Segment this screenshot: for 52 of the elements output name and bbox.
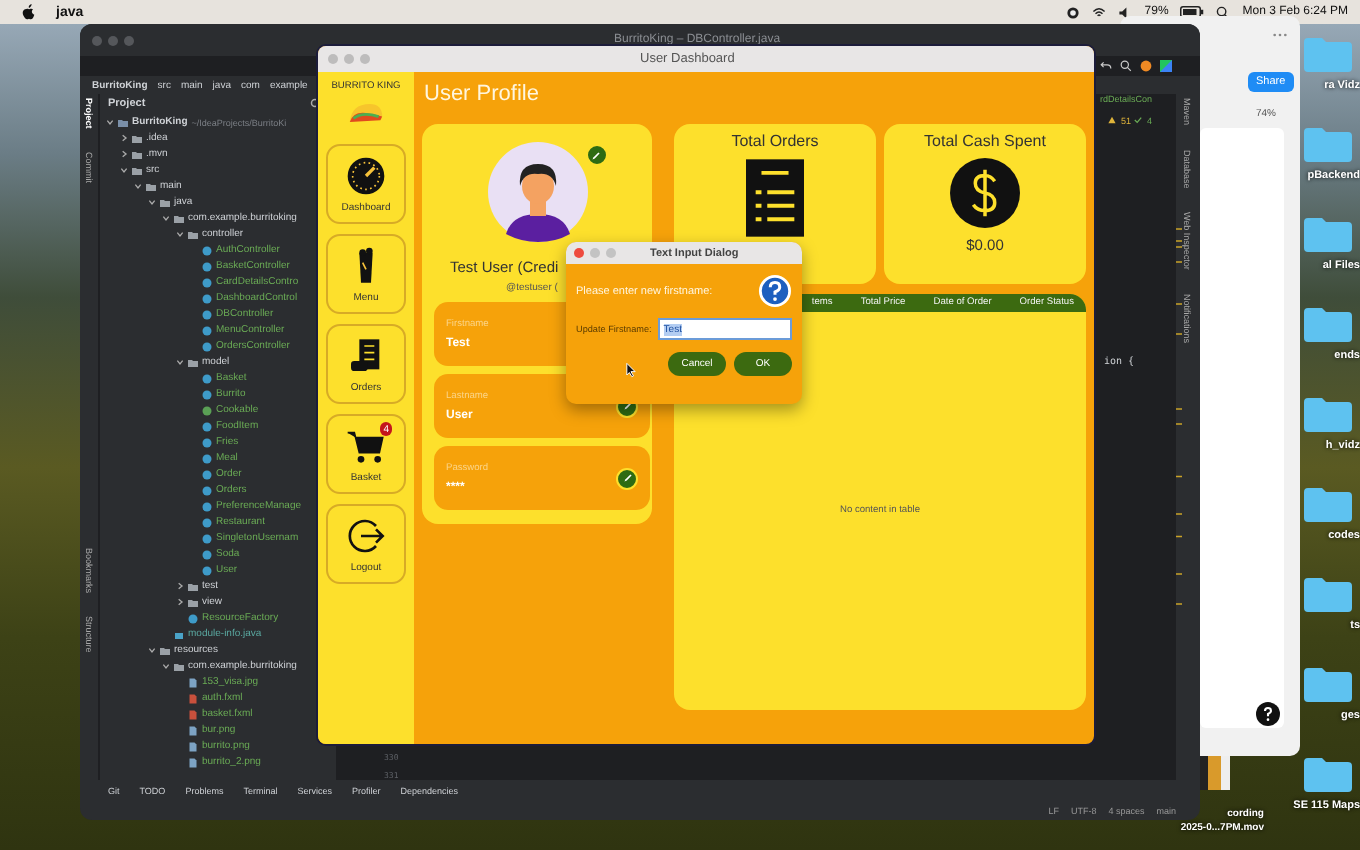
pencil-icon: [621, 472, 633, 484]
folder-icon[interactable]: [1304, 666, 1352, 702]
folder-icon[interactable]: [1304, 486, 1352, 522]
caret-icon[interactable]: [148, 646, 156, 654]
caret-icon[interactable]: [176, 230, 184, 238]
interface-icon: [202, 405, 212, 415]
logout-icon: [346, 515, 386, 555]
caret-icon[interactable]: [176, 582, 184, 590]
warning-icon[interactable]: [1108, 116, 1117, 124]
caret-icon[interactable]: [120, 166, 128, 174]
folder-icon[interactable]: [1304, 216, 1352, 252]
folder-icon[interactable]: [1304, 396, 1352, 432]
stat-title: Total Cash Spent: [924, 132, 1046, 150]
undo-icon[interactable]: [1100, 60, 1112, 72]
caret-icon[interactable]: [134, 182, 142, 190]
pencil-icon: [621, 400, 633, 412]
edit-button[interactable]: [616, 467, 638, 489]
more-icon[interactable]: [1272, 32, 1288, 38]
caret-icon[interactable]: [106, 118, 114, 126]
caret-icon[interactable]: [148, 198, 156, 206]
window-close-button[interactable]: [574, 248, 584, 258]
video-thumbnail[interactable]: [1200, 756, 1230, 790]
folder-icon: [188, 357, 198, 367]
caret-icon[interactable]: [176, 358, 184, 366]
record-icon[interactable]: [1066, 5, 1081, 19]
question-icon: [758, 274, 792, 308]
stat-title: Total Orders: [731, 132, 819, 150]
apple-logo-icon[interactable]: [22, 4, 36, 20]
folder-icon[interactable]: [1304, 306, 1352, 342]
wifi-icon[interactable]: [1092, 5, 1107, 19]
caret-icon[interactable]: [120, 134, 128, 142]
check-icon[interactable]: [1134, 116, 1143, 124]
taco-icon: [348, 102, 384, 124]
update-icon[interactable]: [1140, 60, 1152, 72]
folder-icon[interactable]: [1304, 576, 1352, 612]
module-icon: [174, 629, 184, 639]
document-list-icon: [746, 158, 804, 238]
gauge-icon: [346, 155, 386, 195]
class-icon: [188, 613, 198, 623]
mouse-cursor-icon: [626, 362, 636, 378]
edit-button[interactable]: [585, 144, 607, 166]
caret-icon[interactable]: [162, 214, 170, 222]
caret-icon[interactable]: [162, 662, 170, 670]
pencil-icon: [590, 149, 602, 161]
dollar-icon: [950, 158, 1020, 228]
battery-icon[interactable]: [1180, 6, 1205, 18]
caret-icon[interactable]: [120, 150, 128, 158]
avatar-drawing: [487, 142, 587, 242]
folder-icon[interactable]: [1304, 756, 1352, 792]
page-title: User Profile: [424, 82, 541, 110]
help-icon[interactable]: [1256, 702, 1280, 726]
caret-icon[interactable]: [176, 598, 184, 606]
